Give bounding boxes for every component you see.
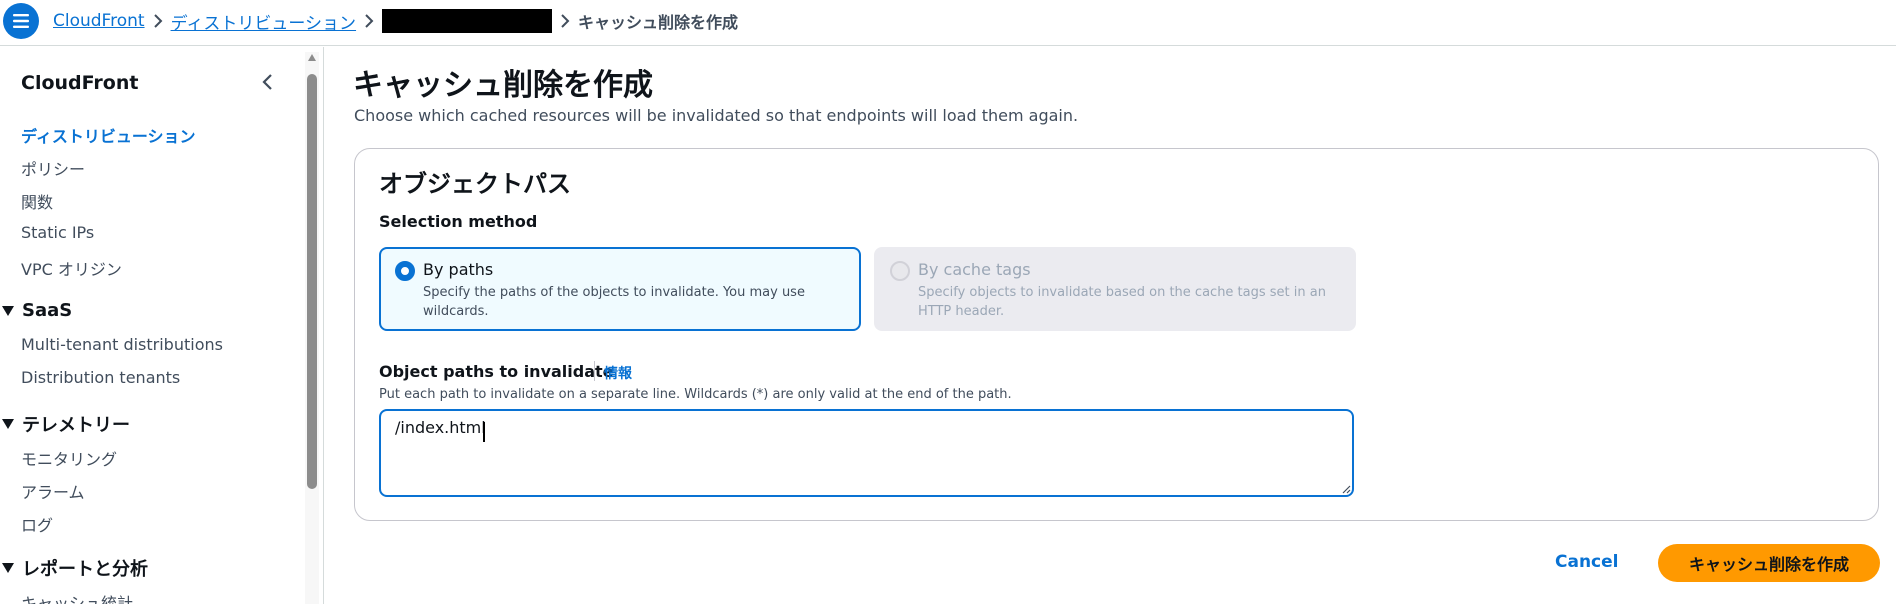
sidebar-item-static-ips[interactable]: Static IPs (21, 223, 94, 242)
cancel-button[interactable]: Cancel (1555, 552, 1618, 572)
info-link[interactable]: 情報 (604, 363, 632, 383)
sidebar-item-distributions[interactable]: ディストリビューション (21, 123, 196, 147)
breadcrumb-distribution-id-redacted[interactable] (382, 9, 553, 33)
option-title: By paths (423, 260, 494, 279)
panel-title: オブジェクトパス (379, 170, 571, 198)
sidebar-item-cache-statistics[interactable]: キャッシュ統計 (21, 590, 133, 604)
option-description: Specify objects to invalidate based on t… (918, 285, 1326, 319)
page-description: Choose which cached resources will be in… (354, 106, 1079, 125)
breadcrumb-distributions[interactable]: ディストリビューション (171, 9, 356, 34)
hamburger-menu-button[interactable] (3, 3, 39, 39)
option-by-paths[interactable]: By paths Specify the paths of the object… (379, 247, 861, 331)
chevron-right-icon (145, 14, 171, 28)
scroll-up-arrow-icon[interactable] (307, 53, 317, 63)
sidebar-item-monitoring[interactable]: モニタリング (21, 446, 117, 470)
breadcrumb: CloudFront ディストリビューション キャッシュ削除を作成 (53, 9, 739, 34)
caret-down-icon (2, 418, 14, 430)
collapse-sidebar-button[interactable] (256, 70, 278, 94)
hamburger-menu-icon (13, 14, 29, 28)
object-paths-hint: Put each path to invalidate on a separat… (379, 387, 1012, 402)
sidebar-title[interactable]: CloudFront (21, 72, 138, 94)
sidebar-item-alarms[interactable]: アラーム (21, 479, 85, 503)
chevron-left-icon (262, 74, 272, 90)
sidebar-section-label: レポートと分析 (22, 559, 148, 580)
sidebar-section-saas[interactable]: SaaS (2, 300, 72, 321)
caret-down-icon (2, 305, 14, 317)
option-by-cache-tags: By cache tags Specify objects to invalid… (874, 247, 1356, 331)
sidebar-divider (323, 47, 324, 604)
create-invalidation-button[interactable]: キャッシュ削除を作成 (1658, 544, 1880, 582)
caret-down-icon (2, 562, 14, 574)
sidebar-item-functions[interactable]: 関数 (21, 189, 53, 213)
sidebar-item-multi-tenant-distributions[interactable]: Multi-tenant distributions (21, 335, 223, 354)
sidebar-item-vpc-origins[interactable]: VPC オリジン (21, 256, 122, 280)
object-paths-textarea[interactable]: /index.html (379, 409, 1354, 497)
sidebar-scrollbar-thumb[interactable] (307, 74, 317, 489)
object-paths-label: Object paths to invalidate (379, 362, 614, 381)
breadcrumb-current: キャッシュ削除を作成 (578, 13, 739, 32)
selection-method-label: Selection method (379, 212, 538, 231)
resize-grip-icon[interactable] (1341, 484, 1351, 494)
chevron-right-icon (356, 14, 382, 28)
radio-checked-icon[interactable] (395, 261, 415, 281)
object-paths-panel: オブジェクトパス Selection method By paths Speci… (354, 148, 1879, 521)
text-cursor (483, 422, 485, 442)
radio-disabled-icon (890, 261, 910, 281)
info-separator (594, 361, 595, 381)
sidebar-item-distribution-tenants[interactable]: Distribution tenants (21, 368, 180, 387)
sidebar-section-label: テレメトリー (22, 415, 130, 436)
breadcrumb-cloudfront[interactable]: CloudFront (53, 11, 145, 31)
top-navigation-bar: CloudFront ディストリビューション キャッシュ削除を作成 (0, 0, 1896, 46)
option-description: Specify the paths of the objects to inva… (423, 285, 805, 319)
sidebar-item-logs[interactable]: ログ (21, 512, 53, 536)
sidebar-section-label: SaaS (22, 300, 73, 321)
sidebar-section-reports[interactable]: レポートと分析 (2, 555, 148, 581)
side-navigation: CloudFront ディストリビューション ポリシー 関数 Static IP… (0, 47, 302, 604)
sidebar-section-telemetry[interactable]: テレメトリー (2, 411, 130, 437)
page-title: キャッシュ削除を作成 (353, 68, 653, 103)
sidebar-item-policies[interactable]: ポリシー (21, 156, 85, 180)
option-title: By cache tags (918, 260, 1031, 279)
chevron-right-icon (552, 14, 578, 28)
